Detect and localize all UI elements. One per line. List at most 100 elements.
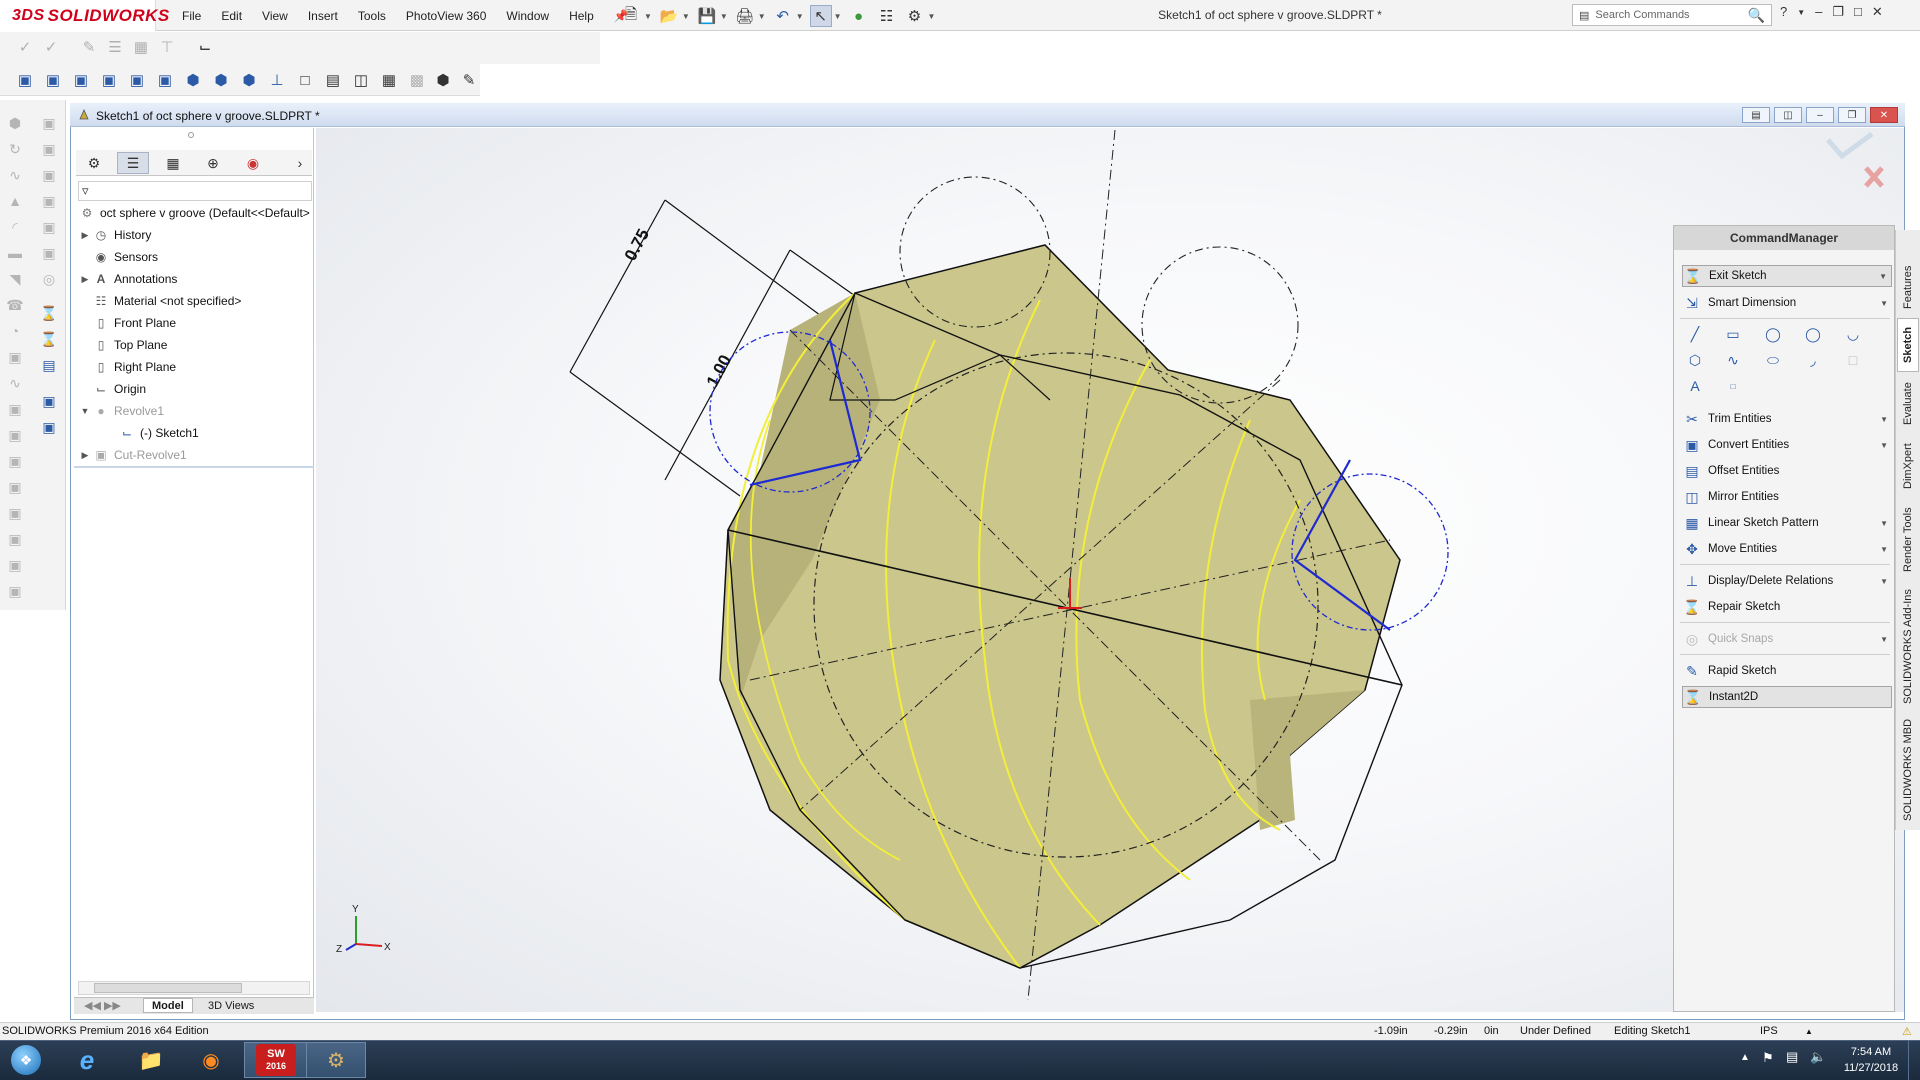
cube-top-icon[interactable]: ▣ xyxy=(126,69,148,91)
firefox-icon[interactable]: ◉ xyxy=(182,1042,240,1078)
dimension-1-00[interactable]: 1.00 xyxy=(703,352,735,390)
ellipse-icon[interactable]: ⬭ xyxy=(1762,350,1784,370)
menu-window[interactable]: Window xyxy=(496,9,559,23)
linear-pattern-icon[interactable]: ▣ xyxy=(4,398,26,420)
tree-item-front-plane[interactable]: ▯ Front Plane xyxy=(78,314,176,332)
tree-item-cut-revolve1[interactable]: ▶ ▣ Cut-Revolve1 xyxy=(78,446,187,464)
two-view-vertical-icon[interactable]: ◫ xyxy=(350,69,372,91)
undo-icon[interactable]: ↶ xyxy=(772,5,794,27)
chevron-down-icon[interactable]: ▼ xyxy=(1880,577,1888,586)
cube-front-icon[interactable]: ▣ xyxy=(14,69,36,91)
select-cursor-icon[interactable]: ↖ xyxy=(809,5,832,27)
feature-tree-tab-icon[interactable]: ⚙ xyxy=(78,152,110,174)
mirror-entities-button[interactable]: ◫ Mirror Entities xyxy=(1682,486,1892,508)
tab-nav-arrows-icon[interactable]: ◀◀ ▶▶ xyxy=(76,998,129,1013)
text-icon[interactable]: A xyxy=(1684,376,1706,396)
doc-close-icon[interactable]: ✕ xyxy=(1870,107,1898,123)
network-icon[interactable]: ▤ xyxy=(1786,1049,1798,1065)
fillet-icon[interactable]: ◜ xyxy=(4,216,26,238)
rapid-sketch-button[interactable]: ✎ Rapid Sketch xyxy=(1682,660,1892,682)
tree-item-history[interactable]: ▶ ◷ History xyxy=(78,226,152,244)
extrude-icon[interactable]: ⬢ xyxy=(4,112,26,134)
expand-arrow-icon[interactable]: ▶ xyxy=(78,230,92,241)
save-icon[interactable]: 💾 xyxy=(696,5,718,27)
spline-icon[interactable]: ∿ xyxy=(1722,350,1744,370)
chevron-down-icon[interactable]: ▼ xyxy=(1880,519,1888,528)
loft-icon[interactable]: ▲ xyxy=(4,190,26,212)
chevron-down-icon[interactable]: ▼ xyxy=(928,12,936,21)
quick-snaps-button[interactable]: ◎ Quick Snaps ▼ xyxy=(1682,628,1892,650)
search-commands-box[interactable]: ▤ Search Commands 🔍 xyxy=(1572,4,1772,26)
mirror-icon[interactable]: ▣ xyxy=(4,424,26,446)
shell-icon[interactable]: ▣ xyxy=(38,242,60,264)
property-manager-tab-icon[interactable]: ☰ xyxy=(117,152,149,174)
convert-entities-button[interactable]: ▣ Convert Entities ▼ xyxy=(1682,434,1892,456)
chevron-down-icon[interactable]: ▼ xyxy=(720,12,728,21)
collapse-arrow-icon[interactable]: ▼ xyxy=(78,406,92,416)
display-delete-relations-button[interactable]: ⊥ Display/Delete Relations ▼ xyxy=(1682,570,1892,592)
help-icon[interactable]: ? xyxy=(1780,4,1787,20)
line-icon[interactable]: ╱ xyxy=(1684,324,1706,344)
start-button[interactable]: ❖ xyxy=(2,1042,50,1078)
solidworks-logo[interactable]: 3DS SOLIDWORKS xyxy=(0,0,169,31)
solidworks-taskbar-icon[interactable]: SW 2016 xyxy=(244,1042,308,1078)
show-hidden-icons-icon[interactable]: ▲ xyxy=(1740,1052,1750,1063)
search-icon[interactable]: 🔍 xyxy=(1748,7,1765,24)
trim-entities-button[interactable]: ✂ Trim Entities ▼ xyxy=(1682,408,1892,430)
pen-icon[interactable]: ✎ xyxy=(78,36,100,58)
rectangle-icon[interactable]: ▭ xyxy=(1722,324,1744,344)
menu-file[interactable]: File xyxy=(172,9,211,23)
sweep-cut-icon[interactable]: ▣ xyxy=(38,164,60,186)
minimize-icon[interactable]: – xyxy=(1815,4,1822,20)
link-views-icon[interactable]: ▩ xyxy=(406,69,428,91)
units-selector[interactable]: IPS xyxy=(1760,1025,1778,1037)
doc-restore-icon[interactable]: ❐ xyxy=(1838,107,1866,123)
menu-tools[interactable]: Tools xyxy=(348,9,396,23)
repair-sketch-button[interactable]: ⌛ Repair Sketch xyxy=(1682,596,1892,618)
sweep-icon[interactable]: ∿ xyxy=(4,164,26,186)
chevron-down-icon[interactable]: ▼ xyxy=(1880,545,1888,554)
hole-icon[interactable]: ◎ xyxy=(38,268,60,290)
curves-icon[interactable]: ∿ xyxy=(4,372,26,394)
dome-icon[interactable]: ◔ xyxy=(4,320,26,342)
view-selector-icon[interactable]: ⬢ xyxy=(432,69,454,91)
sketch-icon[interactable]: ⌛ xyxy=(38,302,60,324)
action-center-flag-icon[interactable]: ⚑ xyxy=(1762,1050,1774,1066)
chevron-down-icon[interactable]: ▼ xyxy=(682,12,690,21)
volume-icon[interactable]: 🔈 xyxy=(1810,1049,1826,1065)
tile-left-icon[interactable]: ▤ xyxy=(1742,107,1770,123)
tab-3d-views[interactable]: 3D Views xyxy=(200,998,262,1013)
extrude-cut-icon[interactable]: ▣ xyxy=(38,112,60,134)
scale-icon[interactable]: ▣ xyxy=(4,450,26,472)
menu-photoview[interactable]: PhotoView 360 xyxy=(396,9,497,23)
doc-minimize-icon[interactable]: – xyxy=(1806,107,1834,123)
loft-cut-icon[interactable]: ▣ xyxy=(38,190,60,212)
cube-bottom-icon[interactable]: ▣ xyxy=(154,69,176,91)
menu-view[interactable]: View xyxy=(252,9,298,23)
lines-icon[interactable]: ☰ xyxy=(104,36,126,58)
expand-arrow-icon[interactable]: ▶ xyxy=(78,274,92,285)
two-view-horizontal-icon[interactable]: ▤ xyxy=(322,69,344,91)
cube-back-icon[interactable]: ▣ xyxy=(42,69,64,91)
fillet-sketch-icon[interactable]: ◞ xyxy=(1802,350,1824,370)
normal-to-icon[interactable]: ⊥ xyxy=(266,69,288,91)
chevron-down-icon[interactable]: ▼ xyxy=(1880,441,1888,450)
file-explorer-icon[interactable]: 📁 xyxy=(122,1042,180,1078)
print-icon[interactable]: 🖨 xyxy=(734,5,756,27)
trimetric-icon[interactable]: ⬢ xyxy=(210,69,232,91)
exit-sketch-check-icon[interactable] xyxy=(1826,131,1874,160)
tab-model[interactable]: Model xyxy=(143,998,193,1013)
chevron-down-icon[interactable]: ▼ xyxy=(1880,299,1888,308)
chevron-down-icon[interactable]: ▼ xyxy=(1880,415,1888,424)
3d-sketch-view-icon[interactable]: ✎ xyxy=(458,69,480,91)
arc-icon[interactable]: ◡ xyxy=(1842,324,1864,344)
wrap-icon[interactable]: ☎ xyxy=(4,294,26,316)
revolve-cut-icon[interactable]: ▣ xyxy=(38,138,60,160)
options-gear-icon[interactable]: ⚙ xyxy=(904,5,926,27)
chevron-down-icon[interactable]: ▼ xyxy=(1880,635,1888,644)
chevron-down-icon[interactable]: ▼ xyxy=(1797,8,1805,20)
tree-item-sketch1[interactable]: ⌙ (-) Sketch1 xyxy=(118,424,199,442)
confirmation-corner[interactable] xyxy=(1820,130,1886,192)
tree-item-revolve1[interactable]: ▼ ● Revolve1 xyxy=(78,402,165,420)
tree-root-part[interactable]: ⚙ oct sphere v groove (Default<<Default> xyxy=(78,204,310,222)
